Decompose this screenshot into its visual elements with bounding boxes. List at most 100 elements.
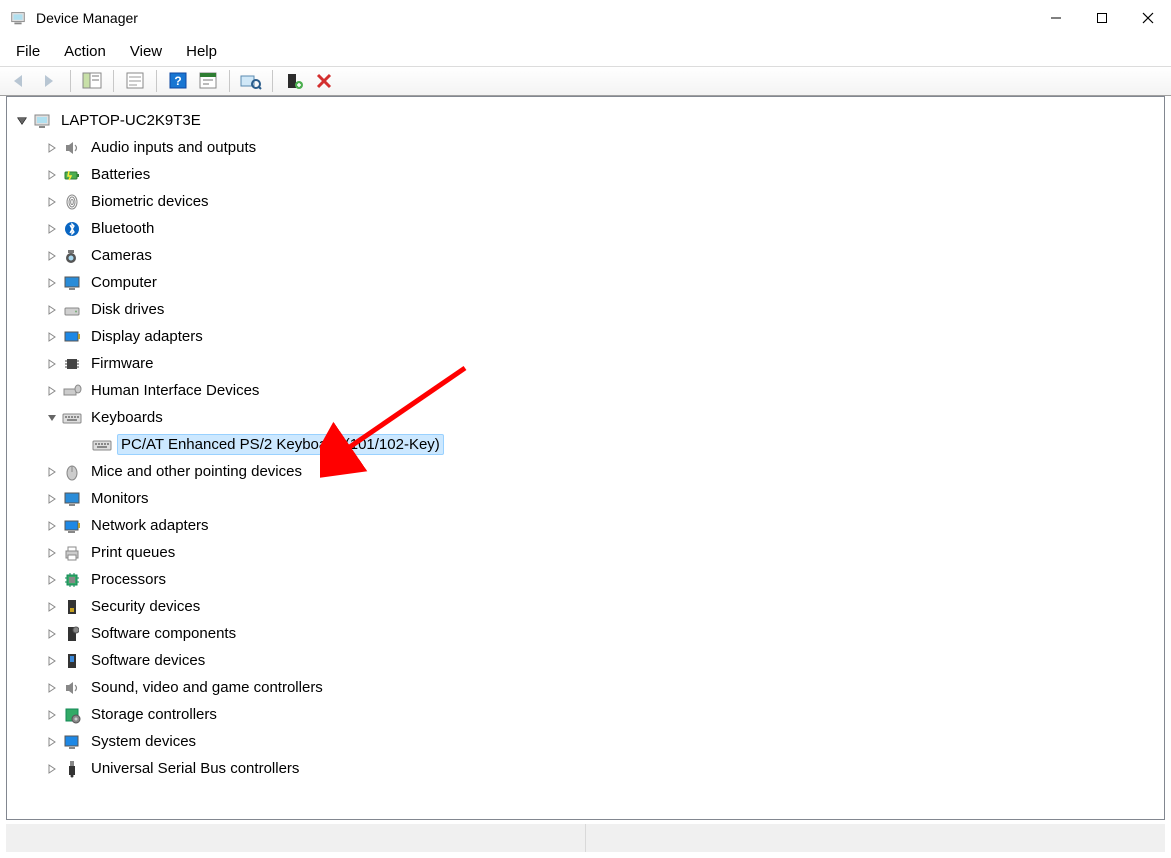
minimize-button[interactable] xyxy=(1033,0,1079,36)
tree-item-bluetooth[interactable]: Bluetooth xyxy=(11,215,1160,242)
expand-icon[interactable] xyxy=(45,330,59,344)
menu-help[interactable]: Help xyxy=(182,41,221,62)
tree-item-usb[interactable]: Universal Serial Bus controllers xyxy=(11,755,1160,782)
tree-item-label: Processors xyxy=(87,569,170,590)
scan-hardware-button[interactable] xyxy=(238,69,264,93)
monitor-icon xyxy=(61,489,83,509)
keyboard-icon xyxy=(61,408,83,428)
status-bar xyxy=(6,824,1165,852)
title-bar: Device Manager xyxy=(0,0,1171,36)
tree-item-display[interactable]: Display adapters xyxy=(11,323,1160,350)
expand-icon[interactable] xyxy=(45,249,59,263)
tree-item-label: Display adapters xyxy=(87,326,207,347)
menu-file[interactable]: File xyxy=(12,41,44,62)
tree-item-swdev[interactable]: Software devices xyxy=(11,647,1160,674)
tree-item-processors[interactable]: Processors xyxy=(11,566,1160,593)
forward-button[interactable] xyxy=(36,69,62,93)
tree-item-monitors[interactable]: Monitors xyxy=(11,485,1160,512)
toolbar-divider xyxy=(70,70,71,92)
expand-icon[interactable] xyxy=(45,492,59,506)
close-button[interactable] xyxy=(1125,0,1171,36)
tree-item-disk[interactable]: Disk drives xyxy=(11,296,1160,323)
tree-item-keyboard-device[interactable]: PC/AT Enhanced PS/2 Keyboard (101/102-Ke… xyxy=(11,431,1160,458)
device-tree-pane: LAPTOP-UC2K9T3E Audio inputs and outputs… xyxy=(6,96,1165,820)
expand-icon[interactable] xyxy=(45,600,59,614)
tree-item-system[interactable]: System devices xyxy=(11,728,1160,755)
expand-icon[interactable] xyxy=(45,762,59,776)
menu-view[interactable]: View xyxy=(126,41,166,62)
properties-button[interactable] xyxy=(122,69,148,93)
tree-item-security[interactable]: Security devices xyxy=(11,593,1160,620)
network-icon xyxy=(61,516,83,536)
collapse-icon[interactable] xyxy=(45,411,59,425)
tree-item-keyboards[interactable]: Keyboards xyxy=(11,404,1160,431)
expand-icon[interactable] xyxy=(45,303,59,317)
tree-item-biometric[interactable]: Biometric devices xyxy=(11,188,1160,215)
uninstall-device-button[interactable] xyxy=(311,69,337,93)
tree-item-cameras[interactable]: Cameras xyxy=(11,242,1160,269)
window-title: Device Manager xyxy=(36,10,138,26)
usb-icon xyxy=(61,759,83,779)
tree-item-label: System devices xyxy=(87,731,200,752)
collapse-icon[interactable] xyxy=(15,114,29,128)
menu-action[interactable]: Action xyxy=(60,41,110,62)
expand-icon[interactable] xyxy=(45,708,59,722)
tree-item-swcomp[interactable]: Software components xyxy=(11,620,1160,647)
expand-icon[interactable] xyxy=(45,627,59,641)
maximize-button[interactable] xyxy=(1079,0,1125,36)
battery-icon xyxy=(61,165,83,185)
tree-item-batteries[interactable]: Batteries xyxy=(11,161,1160,188)
toolbar-divider xyxy=(113,70,114,92)
tree-item-printq[interactable]: Print queues xyxy=(11,539,1160,566)
tree-item-network[interactable]: Network adapters xyxy=(11,512,1160,539)
expand-icon[interactable] xyxy=(45,654,59,668)
tree-item-label: Print queues xyxy=(87,542,179,563)
speaker-icon xyxy=(61,138,83,158)
tree-item-label: Universal Serial Bus controllers xyxy=(87,758,303,779)
tree-item-firmware[interactable]: Firmware xyxy=(11,350,1160,377)
tree-root-node[interactable]: LAPTOP-UC2K9T3E xyxy=(11,107,1160,134)
device-tree[interactable]: LAPTOP-UC2K9T3E Audio inputs and outputs… xyxy=(7,97,1164,786)
component-icon xyxy=(61,624,83,644)
expand-icon[interactable] xyxy=(45,357,59,371)
tree-root-label: LAPTOP-UC2K9T3E xyxy=(57,110,205,131)
expand-icon[interactable] xyxy=(45,735,59,749)
tree-item-storage[interactable]: Storage controllers xyxy=(11,701,1160,728)
tree-item-label: Keyboards xyxy=(87,407,167,428)
tree-item-hid[interactable]: Human Interface Devices xyxy=(11,377,1160,404)
status-cell xyxy=(6,824,586,852)
add-hardware-button[interactable] xyxy=(281,69,307,93)
storage-icon xyxy=(61,705,83,725)
tree-item-label: Sound, video and game controllers xyxy=(87,677,327,698)
expand-icon[interactable] xyxy=(45,168,59,182)
tree-item-audio[interactable]: Audio inputs and outputs xyxy=(11,134,1160,161)
expand-icon[interactable] xyxy=(45,465,59,479)
expand-icon[interactable] xyxy=(45,384,59,398)
bluetooth-icon xyxy=(61,219,83,239)
system-icon xyxy=(61,732,83,752)
svg-text:?: ? xyxy=(174,74,181,88)
toolbar-divider xyxy=(229,70,230,92)
help-button[interactable]: ? xyxy=(165,69,191,93)
hid-icon xyxy=(61,381,83,401)
update-driver-button[interactable] xyxy=(195,69,221,93)
status-cell xyxy=(586,824,1165,852)
expand-icon[interactable] xyxy=(45,276,59,290)
expand-icon[interactable] xyxy=(45,222,59,236)
show-hide-tree-button[interactable] xyxy=(79,69,105,93)
expand-icon[interactable] xyxy=(45,681,59,695)
tree-item-label: Biometric devices xyxy=(87,191,213,212)
toolbar: ? xyxy=(0,66,1171,96)
tree-item-sound[interactable]: Sound, video and game controllers xyxy=(11,674,1160,701)
expand-icon[interactable] xyxy=(45,195,59,209)
expand-icon[interactable] xyxy=(45,141,59,155)
keyboard-icon xyxy=(91,435,113,455)
tree-item-label: Firmware xyxy=(87,353,158,374)
back-button[interactable] xyxy=(6,69,32,93)
tree-item-computer[interactable]: Computer xyxy=(11,269,1160,296)
tree-item-mice[interactable]: Mice and other pointing devices xyxy=(11,458,1160,485)
expand-icon[interactable] xyxy=(45,573,59,587)
mouse-icon xyxy=(61,462,83,482)
expand-icon[interactable] xyxy=(45,519,59,533)
expand-icon[interactable] xyxy=(45,546,59,560)
